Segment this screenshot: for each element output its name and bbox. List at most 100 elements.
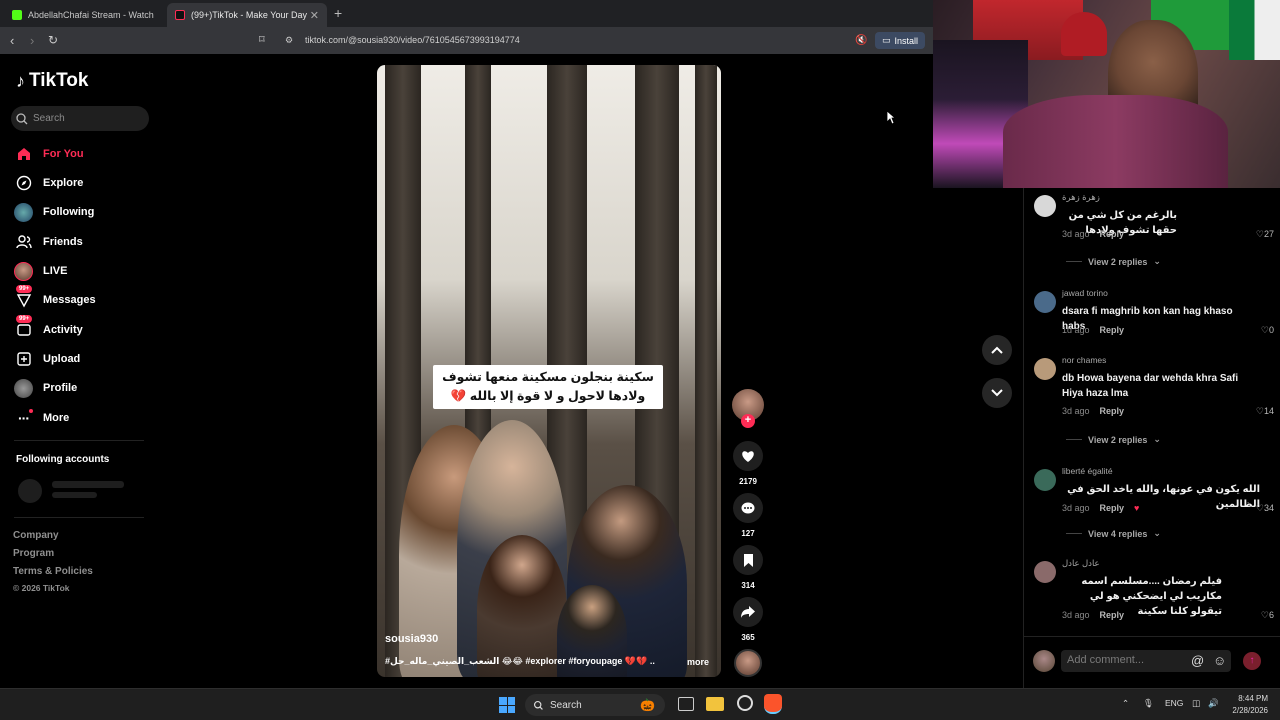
next-video-button[interactable]	[982, 378, 1012, 408]
sound-disc-avatar[interactable]	[734, 649, 762, 677]
like-action[interactable]: 2179	[733, 441, 763, 486]
comment-username[interactable]: jawad torino	[1062, 288, 1108, 298]
muted-icon[interactable]: 🔇	[855, 35, 867, 46]
comment-username[interactable]: liberté égalité	[1062, 466, 1113, 476]
more-icon: ···	[14, 408, 33, 428]
video-more-button[interactable]: more	[687, 657, 709, 667]
url-field[interactable]: tiktok.com/@sousia930/video/761054567399…	[305, 35, 520, 45]
app-icon[interactable]	[737, 695, 753, 711]
share-count: 365	[741, 633, 755, 642]
forward-icon[interactable]: ›	[30, 33, 34, 48]
sidebar-item-following[interactable]: Following	[14, 202, 94, 222]
comment-action[interactable]: 127	[733, 493, 763, 538]
volume-icon[interactable]: 🔊	[1208, 698, 1219, 709]
comment-likes[interactable]: ♡0	[1261, 325, 1274, 336]
comment-username[interactable]: زهرة زهرة	[1062, 192, 1100, 203]
microphone-icon[interactable]: 🎙	[1143, 698, 1154, 709]
follow-plus-icon[interactable]: +	[741, 414, 755, 428]
reply-button[interactable]: Reply	[1100, 229, 1125, 239]
share-arrow-icon[interactable]	[733, 597, 763, 627]
comment-text: db Howa bayena dar wehda khra Safi Hiya …	[1062, 373, 1239, 399]
install-button[interactable]: ▭ Install	[875, 32, 925, 49]
back-icon[interactable]: ‹	[10, 33, 14, 48]
comment-likes[interactable]: ♡6	[1261, 610, 1274, 621]
tab-tiktok[interactable]: (99+)TikTok - Make Your Day ✕	[167, 3, 327, 27]
site-info-icon[interactable]: ⚙	[285, 35, 293, 46]
footer-company-link[interactable]: Company	[13, 530, 59, 541]
upload-icon	[14, 350, 33, 369]
sidebar-item-messages[interactable]: 99+ Messages	[14, 284, 96, 310]
previous-video-button[interactable]	[982, 335, 1012, 365]
footer-terms-link[interactable]: Terms & Policies	[13, 566, 93, 577]
sidebar-item-explore[interactable]: Explore	[14, 173, 83, 193]
sidebar-item-profile[interactable]: Profile	[14, 378, 77, 398]
sidebar-item-for-you[interactable]: For You	[14, 144, 84, 164]
comment-bubble-icon[interactable]	[733, 493, 763, 523]
sidebar-item-upload[interactable]: Upload	[14, 349, 80, 369]
mention-icon[interactable]: @	[1191, 653, 1204, 668]
save-count: 314	[741, 581, 755, 590]
account-placeholder-line	[52, 492, 97, 498]
account-placeholder-line	[52, 481, 124, 488]
reply-button[interactable]: Reply	[1100, 503, 1125, 513]
sidebar-item-activity[interactable]: 99+ Activity	[14, 314, 83, 340]
task-view-icon[interactable]	[678, 697, 694, 711]
emoji-icon[interactable]: ☺	[1213, 653, 1226, 668]
taskbar-clock[interactable]: 8:44 PM 2/28/2026	[1228, 693, 1268, 717]
comment-username[interactable]: عادل عادل	[1062, 558, 1100, 569]
divider	[14, 440, 144, 441]
footer-program-link[interactable]: Program	[13, 548, 54, 559]
tray-expand-icon[interactable]: ⌃	[1122, 698, 1129, 709]
sidebar-item-live[interactable]: LIVE	[14, 261, 67, 281]
view-replies-button[interactable]: View 2 replies ⌄	[1066, 434, 1161, 445]
reply-button[interactable]: Reply	[1100, 406, 1125, 416]
save-action[interactable]: 314	[733, 545, 763, 590]
arrow-up-icon: ↑	[1249, 655, 1255, 666]
search-input[interactable]: Search	[11, 106, 149, 131]
sidebar-item-friends[interactable]: Friends	[14, 232, 83, 252]
streamer-webcam	[933, 0, 1280, 188]
search-icon	[16, 112, 28, 124]
send-comment-button[interactable]: ↑	[1243, 652, 1261, 670]
divider	[1066, 439, 1082, 440]
brave-browser-icon[interactable]	[764, 694, 782, 714]
commenter-avatar[interactable]	[1034, 561, 1056, 583]
commenter-avatar[interactable]	[1034, 195, 1056, 217]
bookmark-icon[interactable]	[733, 545, 763, 575]
tiktok-logo[interactable]: ♪ TikTok	[16, 70, 88, 92]
reload-icon[interactable]: ↻	[48, 33, 58, 47]
close-tab-icon[interactable]: ✕	[310, 9, 319, 22]
reply-button[interactable]: Reply	[1100, 610, 1125, 620]
comment-likes[interactable]: ♡34	[1256, 503, 1274, 514]
video-hashtags[interactable]: #الشعب_الصيني_ماله_حل 😂😂 #explorer #fory…	[385, 656, 655, 667]
heart-icon[interactable]	[733, 441, 763, 471]
video-username[interactable]: sousia930	[385, 633, 438, 645]
view-replies-button[interactable]: View 4 replies ⌄	[1066, 528, 1161, 539]
comment-item: nor chames db Howa bayena dar wehda khra…	[1034, 355, 1274, 425]
comment-input[interactable]: Add comment...	[1061, 650, 1231, 672]
language-indicator[interactable]: ENG	[1165, 698, 1183, 708]
file-explorer-icon[interactable]	[706, 697, 724, 711]
comment-username[interactable]: nor chames	[1062, 355, 1106, 365]
share-action[interactable]: 365	[733, 597, 763, 642]
windows-start-icon[interactable]	[499, 697, 515, 713]
comment-meta: 1d ago Reply	[1062, 325, 1125, 335]
new-tab-button[interactable]: +	[334, 5, 342, 21]
sidebar-item-more[interactable]: ··· More	[14, 408, 69, 428]
tab-stream[interactable]: AbdellahChafai Stream - Watch Live :	[4, 3, 164, 27]
reply-button[interactable]: Reply	[1100, 325, 1125, 335]
bookmark-icon[interactable]: ⌑	[259, 33, 265, 46]
view-replies-button[interactable]: View 2 replies ⌄	[1066, 256, 1161, 267]
taskbar-search[interactable]: Search 🎃	[525, 694, 665, 716]
comment-likes[interactable]: ♡14	[1256, 406, 1274, 417]
following-accounts-title: Following accounts	[16, 454, 110, 465]
commenter-avatar[interactable]	[1034, 469, 1056, 491]
comment-meta: 3d ago Reply	[1062, 610, 1125, 620]
network-icon[interactable]: ◫	[1192, 698, 1200, 709]
commenter-avatar[interactable]	[1034, 358, 1056, 380]
comment-likes[interactable]: ♡27	[1256, 229, 1274, 240]
video-player[interactable]: سكينة بنجلون مسكينة منعها تشوف ولادها لا…	[377, 65, 721, 677]
streamer-clothes	[1003, 95, 1228, 188]
flag-algeria	[1229, 0, 1280, 60]
commenter-avatar[interactable]	[1034, 291, 1056, 313]
